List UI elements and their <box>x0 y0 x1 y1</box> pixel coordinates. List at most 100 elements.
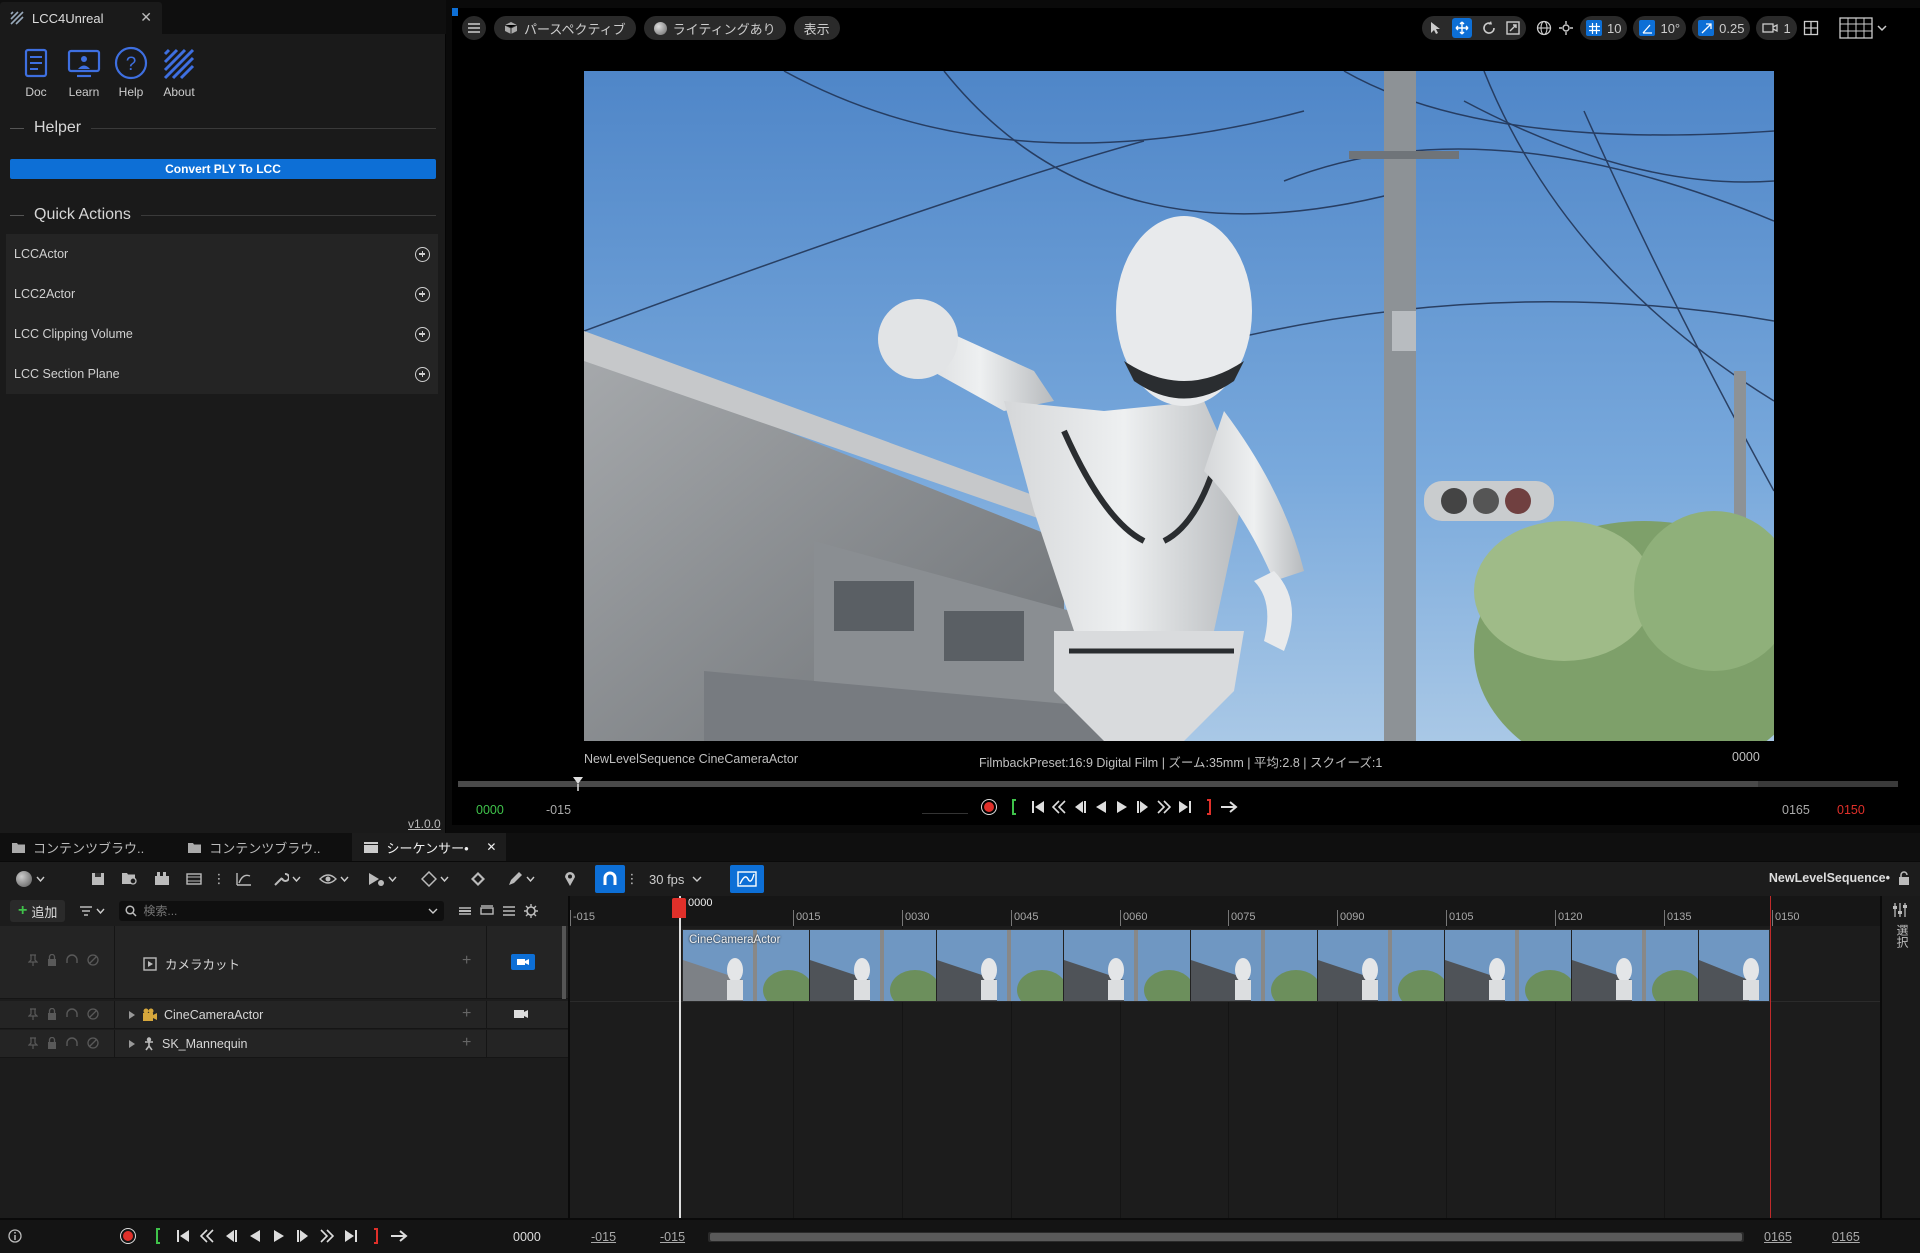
fps-dropdown[interactable]: 30 fps <box>649 872 702 887</box>
side-tab-label[interactable]: 選択 <box>1894 924 1911 948</box>
add-key-icon[interactable]: + <box>462 1005 471 1023</box>
marker-pin-icon[interactable] <box>559 868 581 890</box>
add-circle-icon[interactable] <box>415 286 430 302</box>
doc-button[interactable]: Doc <box>12 44 60 99</box>
set-start-icon[interactable] <box>1010 799 1024 815</box>
set-start-icon[interactable] <box>154 1228 166 1244</box>
jump-to-end-icon[interactable] <box>1178 800 1192 814</box>
world-menu-button[interactable] <box>16 871 45 887</box>
set-end-icon[interactable] <box>368 1228 380 1244</box>
playhead-handle[interactable] <box>672 898 686 918</box>
more-vertical-icon[interactable]: ⋮ <box>213 868 226 890</box>
view-start[interactable]: -015 <box>591 1230 616 1244</box>
loop-arrow-icon[interactable] <box>390 1229 408 1243</box>
hamburger-menu-button[interactable] <box>462 16 486 40</box>
surface-snap-icon[interactable] <box>1558 20 1574 36</box>
headphones-icon[interactable] <box>66 1008 78 1020</box>
key-options-button[interactable] <box>421 871 449 887</box>
viewport-scrub-bar[interactable] <box>458 777 1898 791</box>
viewport-layout-icon[interactable] <box>1803 20 1819 36</box>
rotation-snap-button[interactable]: 10° <box>1633 16 1687 40</box>
headphones-icon[interactable] <box>66 954 78 966</box>
current-frame[interactable]: 0000 <box>513 1230 541 1244</box>
camera-lock-icon[interactable] <box>511 954 535 970</box>
outliner-scrollbar[interactable] <box>562 926 566 999</box>
track-row-mannequin[interactable]: SK_Mannequin + <box>0 1030 568 1058</box>
translate-icon[interactable] <box>1452 18 1472 38</box>
lock-icon[interactable] <box>47 954 57 966</box>
expand-arrow-icon[interactable] <box>128 1010 136 1020</box>
tab-content-browser-1[interactable]: コンテンツブラウ.. <box>0 833 156 861</box>
record-icon[interactable] <box>981 799 997 815</box>
expand-arrow-icon[interactable] <box>128 1039 136 1049</box>
playback-end-marker[interactable] <box>1770 896 1771 1218</box>
timeline-scrollbar[interactable] <box>708 1232 1744 1242</box>
curve-view-icon[interactable] <box>730 865 765 893</box>
close-icon[interactable]: ✕ <box>486 840 496 854</box>
lcc4unreal-tab[interactable]: LCC4Unreal ✕ <box>0 2 162 34</box>
search-box[interactable] <box>119 901 445 921</box>
jump-to-end-icon[interactable] <box>344 1229 358 1243</box>
mute-icon[interactable] <box>87 1008 99 1020</box>
set-end-icon[interactable] <box>1199 799 1213 815</box>
tools-menu-button[interactable] <box>273 871 301 887</box>
scale-snap-button[interactable]: 0.25 <box>1692 16 1751 40</box>
add-circle-icon[interactable] <box>415 246 430 262</box>
list-rows-icon[interactable] <box>502 905 516 917</box>
learn-button[interactable]: Learn <box>60 44 108 99</box>
track-row-cine-camera[interactable]: CineCameraActor + <box>0 1001 568 1029</box>
key-filled-icon[interactable] <box>467 868 489 890</box>
collapse-rows-icon[interactable] <box>458 905 472 917</box>
film-strip-icon[interactable] <box>183 868 205 890</box>
quick-action-clipping-volume[interactable]: LCC Clipping Volume <box>6 314 438 354</box>
time-ruler[interactable]: -015 0000 0015 0030 0045 0060 0075 0090 … <box>570 896 1880 926</box>
scrub-marker-icon[interactable] <box>573 777 583 791</box>
help-button[interactable]: ? Help <box>107 44 155 99</box>
add-circle-icon[interactable] <box>415 326 430 342</box>
camera-section-thumbnails[interactable]: CineCameraActor <box>682 929 1770 1002</box>
view-options-button[interactable] <box>319 873 349 885</box>
play-reverse-icon[interactable] <box>248 1229 262 1243</box>
more-vertical-icon[interactable]: ⋮ <box>626 868 639 890</box>
add-key-icon[interactable]: + <box>462 952 471 970</box>
playback-options-button[interactable] <box>367 871 397 887</box>
sequencer-timeline[interactable]: -015 0000 0015 0030 0045 0060 0075 0090 … <box>570 896 1880 1218</box>
quick-action-section-plane[interactable]: LCC Section Plane <box>6 354 438 394</box>
loop-arrow-icon[interactable] <box>1220 800 1238 814</box>
quick-action-lcc2actor[interactable]: LCC2Actor <box>6 274 438 314</box>
next-key-icon[interactable] <box>320 1229 334 1243</box>
about-button[interactable]: About <box>155 44 203 99</box>
render-movie-icon[interactable] <box>151 868 173 890</box>
find-in-browser-icon[interactable] <box>119 868 141 890</box>
view-start-2[interactable]: -015 <box>660 1230 685 1244</box>
lock-icon[interactable] <box>47 1008 57 1020</box>
jump-to-start-icon[interactable] <box>176 1229 190 1243</box>
add-key-icon[interactable]: + <box>462 1034 471 1052</box>
step-forward-icon[interactable] <box>1136 800 1150 814</box>
headphones-icon[interactable] <box>66 1037 78 1049</box>
lock-open-icon[interactable] <box>1898 871 1910 885</box>
camera-speed-button[interactable]: 1 <box>1756 16 1797 40</box>
pin-icon[interactable] <box>28 954 38 966</box>
step-back-icon[interactable] <box>1073 800 1087 814</box>
pin-icon[interactable] <box>28 1008 38 1020</box>
lighting-button[interactable]: ライティングあり <box>643 16 786 40</box>
close-icon[interactable]: ✕ <box>140 9 152 26</box>
draw-options-button[interactable] <box>507 871 535 887</box>
perspective-button[interactable]: パースペクティブ <box>494 16 636 40</box>
tab-sequencer[interactable]: シーケンサー• ✕ <box>352 833 507 861</box>
mute-icon[interactable] <box>87 954 99 966</box>
select-arrow-icon[interactable] <box>1428 21 1442 35</box>
quick-action-lccactor[interactable]: LCCActor <box>6 234 438 274</box>
scale-icon[interactable] <box>1506 21 1520 35</box>
track-row-camera-cut[interactable]: カメラカット + <box>0 926 568 999</box>
view-end-2[interactable]: 0165 <box>1832 1230 1860 1244</box>
sliders-icon[interactable] <box>1892 902 1908 918</box>
play-icon[interactable] <box>1115 800 1129 814</box>
timeline-scroll-thumb[interactable] <box>710 1233 1742 1241</box>
play-icon[interactable] <box>272 1229 286 1243</box>
step-back-icon[interactable] <box>224 1229 238 1243</box>
record-icon[interactable] <box>120 1228 136 1244</box>
prev-key-icon[interactable] <box>200 1229 214 1243</box>
expand-rows-icon[interactable] <box>480 905 495 917</box>
